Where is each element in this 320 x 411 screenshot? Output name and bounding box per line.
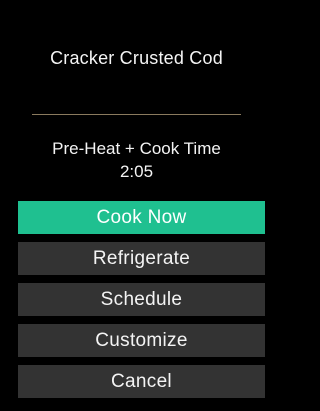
divider (32, 114, 241, 115)
cook-now-button[interactable]: Cook Now (18, 201, 265, 234)
refrigerate-button[interactable]: Refrigerate (18, 242, 265, 275)
cook-time-value: 2:05 (119, 162, 154, 181)
cook-time-label: Pre-Heat + Cook Time (52, 139, 221, 158)
cancel-button[interactable]: Cancel (18, 365, 265, 398)
customize-button[interactable]: Customize (18, 324, 265, 357)
recipe-title: Cracker Crusted Cod (50, 48, 223, 68)
schedule-button[interactable]: Schedule (18, 283, 265, 316)
recipe-confirm-screen: Cracker Crusted Cod Pre-Heat + Cook Time… (0, 0, 273, 411)
